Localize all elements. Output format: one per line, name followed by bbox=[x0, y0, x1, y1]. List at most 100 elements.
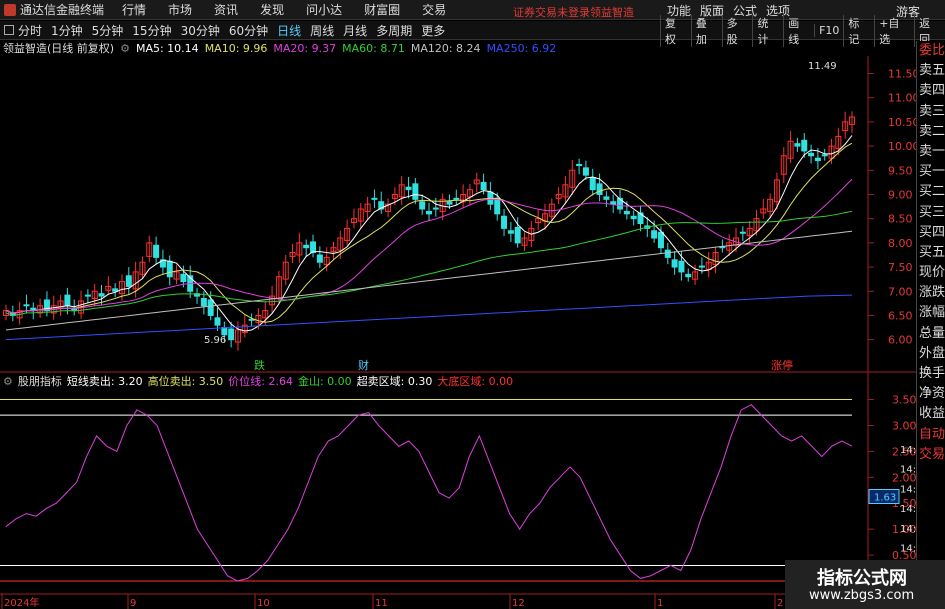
legend-price-line: 价位线: 2.64 bbox=[228, 375, 293, 388]
panel-item-trade[interactable]: 交易 bbox=[917, 445, 945, 465]
quote-side-panel: 委比 卖五 卖四 卖三 卖二 卖一 买一 买二 买三 买四 买五 现价 涨跌 涨… bbox=[916, 41, 945, 609]
menu-quotes[interactable]: 行情 bbox=[122, 1, 146, 18]
panel-item-net-assets[interactable]: 净资 bbox=[917, 384, 945, 404]
sub-tick-label: 3.00 bbox=[892, 419, 916, 432]
period-monthly[interactable]: 月线 bbox=[343, 22, 367, 39]
time-readout: 14:56 bbox=[900, 504, 916, 515]
panel-item-buy3[interactable]: 买三 bbox=[917, 203, 945, 223]
candle-body bbox=[371, 197, 378, 200]
panel-item-buy4[interactable]: 买四 bbox=[917, 223, 945, 243]
price-tick-label: 10.50 bbox=[888, 116, 916, 129]
chart-area[interactable]: 11.50 11.00 10.50 10.00 9.50 9.00 8.50 8.00 7.50… bbox=[0, 41, 916, 609]
panel-item-buy1[interactable]: 买一 bbox=[917, 162, 945, 182]
candle-body bbox=[589, 177, 596, 191]
legend-oversold: 超卖区域: 0.30 bbox=[356, 375, 433, 388]
period-toolbar: 分时 1分钟 5分钟 15分钟 30分钟 60分钟 日线 周线 月线 多周期 更… bbox=[0, 14, 945, 47]
period-daily[interactable]: 日线 bbox=[277, 22, 301, 39]
candle-body bbox=[630, 215, 637, 220]
sub-indicator-name: 股朋指标 bbox=[17, 375, 62, 388]
price-tick-label: 6.50 bbox=[888, 309, 913, 322]
candle-body bbox=[310, 241, 317, 254]
candle-body bbox=[794, 143, 801, 147]
time-axis-label: 9 bbox=[130, 598, 136, 609]
event-mark-down: 跌 bbox=[254, 358, 265, 372]
panel-item-outer[interactable]: 外盘 bbox=[917, 344, 945, 364]
candle-body bbox=[651, 230, 658, 239]
candle-body bbox=[153, 244, 160, 258]
candle-body bbox=[582, 167, 589, 176]
menu-discover[interactable]: 发现 bbox=[260, 1, 284, 18]
period-intraday[interactable]: 分时 bbox=[18, 22, 42, 39]
panel-item-sell3[interactable]: 卖三 bbox=[917, 102, 945, 122]
event-mark-finance: 财 bbox=[358, 358, 369, 372]
period-15min[interactable]: 15分钟 bbox=[132, 22, 171, 39]
panel-item-buy5[interactable]: 买五 bbox=[917, 243, 945, 263]
period-multi[interactable]: 多周期 bbox=[376, 22, 412, 39]
sub-tick-label: 3.50 bbox=[892, 394, 916, 407]
panel-item-sell2[interactable]: 卖二 bbox=[917, 122, 945, 142]
tool-f10[interactable]: F10 bbox=[814, 24, 843, 37]
time-axis-label: 2024年 bbox=[4, 596, 39, 609]
panel-item-auto[interactable]: 自动 bbox=[917, 425, 945, 445]
time-readout: 14:56 bbox=[900, 445, 916, 456]
time-readout: 14:56 bbox=[900, 544, 916, 555]
price-tick-label: 11.50 bbox=[888, 68, 916, 81]
time-readout: 14:56 bbox=[900, 484, 916, 495]
login-warning[interactable]: 证券交易未登录 bbox=[513, 4, 590, 20]
period-60min[interactable]: 60分钟 bbox=[229, 22, 268, 39]
sub-settings-icon[interactable]: ⚙ bbox=[3, 375, 13, 388]
candle-body bbox=[221, 327, 228, 336]
panel-item-turnover[interactable]: 换手 bbox=[917, 364, 945, 384]
candle-body bbox=[84, 294, 91, 297]
candle-body bbox=[207, 299, 214, 316]
watermark: 指标公式网 www.zbgs3.com bbox=[785, 560, 945, 609]
panel-item-weibi[interactable]: 委比 bbox=[917, 41, 945, 61]
period-more[interactable]: 更多 bbox=[421, 22, 445, 39]
menu-ask[interactable]: 问小达 bbox=[306, 1, 342, 18]
sub-chart-layer bbox=[0, 399, 853, 582]
candle-body bbox=[98, 293, 105, 297]
price-tick-label: 7.50 bbox=[888, 261, 913, 274]
panel-item-change-pct[interactable]: 涨幅 bbox=[917, 303, 945, 323]
panel-item-buy2[interactable]: 买二 bbox=[917, 182, 945, 202]
candle-body bbox=[808, 152, 815, 157]
candle-body bbox=[125, 275, 132, 287]
panel-item-sell4[interactable]: 卖四 bbox=[917, 81, 945, 101]
menu-trade[interactable]: 交易 bbox=[422, 1, 446, 18]
candle-body bbox=[228, 328, 235, 341]
period-30min[interactable]: 30分钟 bbox=[181, 22, 220, 39]
candle-body bbox=[603, 196, 610, 200]
candle-body bbox=[23, 304, 30, 307]
price-tick-label: 6.00 bbox=[888, 334, 913, 347]
candle-body bbox=[180, 273, 187, 283]
ma60-line bbox=[5, 210, 853, 316]
candle-body bbox=[814, 157, 821, 162]
window-icon[interactable] bbox=[4, 25, 14, 35]
menu-news[interactable]: 资讯 bbox=[214, 1, 238, 18]
event-mark-limit-up: 涨停 bbox=[771, 358, 793, 372]
panel-item-sell5[interactable]: 卖五 bbox=[917, 61, 945, 81]
chart-tools: 复权 叠加 多股 统计 画线 F10 标记 +自选 返回 bbox=[660, 14, 945, 47]
menu-wealth[interactable]: 财富圈 bbox=[364, 1, 400, 18]
candle-body bbox=[412, 183, 419, 200]
panel-item-price[interactable]: 现价 bbox=[917, 263, 945, 283]
candle-body bbox=[303, 244, 310, 249]
candle-body bbox=[494, 197, 501, 215]
panel-item-earnings[interactable]: 收益 bbox=[917, 404, 945, 424]
candle-body bbox=[453, 197, 460, 200]
period-weekly[interactable]: 周线 bbox=[310, 22, 334, 39]
panel-item-change[interactable]: 涨跌 bbox=[917, 283, 945, 303]
candle-body bbox=[801, 139, 808, 152]
period-1min[interactable]: 1分钟 bbox=[51, 22, 83, 39]
current-stock-name: 领益智造 bbox=[590, 6, 634, 19]
candle-body bbox=[501, 215, 508, 229]
period-5min[interactable]: 5分钟 bbox=[92, 22, 124, 39]
candle-body bbox=[678, 260, 685, 273]
price-tick-label: 7.00 bbox=[888, 285, 913, 298]
ma5-line bbox=[5, 135, 853, 332]
panel-item-volume[interactable]: 总量 bbox=[917, 324, 945, 344]
menu-market[interactable]: 市场 bbox=[168, 1, 192, 18]
sub-chart-legend: ⚙ 股朋指标 短线卖出: 3.20 高位卖出: 3.50 价位线: 2.64 金… bbox=[0, 373, 518, 389]
panel-item-sell1[interactable]: 卖一 bbox=[917, 142, 945, 162]
time-axis-label: 1 bbox=[657, 598, 663, 609]
